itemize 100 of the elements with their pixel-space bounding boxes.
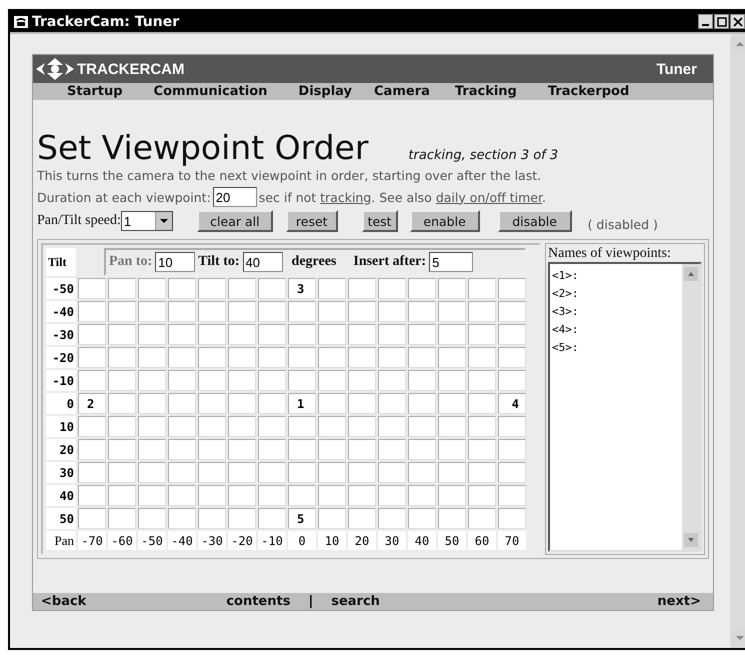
nav-link[interactable]: Tracking bbox=[454, 84, 517, 99]
grid-cell[interactable] bbox=[468, 347, 496, 368]
grid-cell[interactable] bbox=[198, 416, 226, 437]
grid-cell[interactable] bbox=[228, 439, 256, 460]
grid-cell[interactable] bbox=[348, 508, 376, 529]
grid-cell[interactable] bbox=[408, 324, 436, 345]
grid-cell[interactable] bbox=[288, 416, 316, 437]
grid-cell[interactable] bbox=[318, 416, 346, 437]
grid-cell[interactable] bbox=[138, 439, 166, 460]
grid-cell[interactable] bbox=[228, 485, 256, 506]
pan-field[interactable]: 10 bbox=[155, 252, 196, 272]
grid-cell[interactable] bbox=[138, 485, 166, 506]
grid-cell[interactable] bbox=[78, 370, 106, 391]
grid-cell[interactable] bbox=[318, 347, 346, 368]
grid-cell[interactable] bbox=[438, 347, 466, 368]
grid-cell[interactable] bbox=[258, 347, 286, 368]
grid-cell[interactable] bbox=[168, 278, 196, 299]
grid-cell[interactable] bbox=[168, 508, 196, 529]
back-link[interactable]: <back bbox=[41, 594, 86, 609]
nav-link[interactable]: Display bbox=[298, 84, 352, 99]
grid-cell[interactable] bbox=[198, 439, 226, 460]
scrollbar[interactable] bbox=[730, 34, 745, 648]
grid-cell[interactable] bbox=[348, 301, 376, 322]
grid-cell[interactable] bbox=[108, 370, 136, 391]
duration-field[interactable]: 20 bbox=[212, 187, 257, 207]
grid-cell[interactable] bbox=[438, 393, 466, 414]
grid-cell[interactable] bbox=[168, 324, 196, 345]
grid-cell[interactable] bbox=[408, 416, 436, 437]
grid-cell[interactable] bbox=[78, 439, 106, 460]
grid-cell[interactable] bbox=[438, 370, 466, 391]
action-button[interactable]: test bbox=[362, 210, 398, 232]
grid-cell[interactable] bbox=[408, 278, 436, 299]
grid-cell[interactable] bbox=[318, 439, 346, 460]
grid-cell[interactable] bbox=[348, 485, 376, 506]
minimize-button[interactable] bbox=[698, 14, 713, 29]
grid-cell[interactable] bbox=[138, 324, 166, 345]
grid-cell[interactable] bbox=[228, 416, 256, 437]
grid-cell[interactable] bbox=[468, 439, 496, 460]
grid-cell[interactable] bbox=[378, 370, 406, 391]
grid-cell[interactable] bbox=[138, 416, 166, 437]
grid-cell[interactable] bbox=[408, 370, 436, 391]
grid-cell[interactable] bbox=[288, 324, 316, 345]
grid-cell[interactable] bbox=[468, 393, 496, 414]
grid-cell[interactable] bbox=[468, 278, 496, 299]
grid-cell[interactable] bbox=[108, 347, 136, 368]
nav-link[interactable]: Trackerpod bbox=[548, 84, 630, 99]
grid-cell[interactable] bbox=[318, 393, 346, 414]
grid-cell[interactable] bbox=[378, 462, 406, 483]
grid-cell[interactable] bbox=[348, 462, 376, 483]
grid-cell[interactable] bbox=[468, 485, 496, 506]
names-textarea[interactable]: <1>: <2>: <3>: <4>: <5>: bbox=[548, 262, 702, 552]
grid-cell[interactable] bbox=[258, 462, 286, 483]
grid-cell[interactable]: 1 bbox=[288, 393, 316, 414]
grid-cell[interactable] bbox=[498, 347, 526, 368]
grid-cell[interactable] bbox=[138, 301, 166, 322]
scroll-down-icon[interactable] bbox=[684, 533, 698, 547]
grid-cell[interactable] bbox=[198, 278, 226, 299]
grid-cell[interactable] bbox=[408, 301, 436, 322]
grid-cell[interactable] bbox=[498, 370, 526, 391]
action-button[interactable]: disable bbox=[498, 210, 572, 232]
grid-cell[interactable] bbox=[348, 370, 376, 391]
grid-cell[interactable] bbox=[258, 439, 286, 460]
grid-cell[interactable] bbox=[108, 278, 136, 299]
grid-cell[interactable] bbox=[288, 485, 316, 506]
grid-cell[interactable] bbox=[258, 324, 286, 345]
grid-cell[interactable] bbox=[198, 301, 226, 322]
grid-cell[interactable] bbox=[258, 278, 286, 299]
grid-cell[interactable] bbox=[228, 278, 256, 299]
grid-cell[interactable] bbox=[258, 370, 286, 391]
grid-cell[interactable] bbox=[138, 278, 166, 299]
scrollbar[interactable] bbox=[682, 264, 700, 550]
grid-cell[interactable] bbox=[408, 439, 436, 460]
tracking-link[interactable]: tracking bbox=[320, 190, 372, 204]
grid-cell[interactable] bbox=[138, 370, 166, 391]
grid-cell[interactable] bbox=[108, 462, 136, 483]
grid-cell[interactable] bbox=[348, 324, 376, 345]
grid-cell[interactable] bbox=[438, 278, 466, 299]
nav-link[interactable]: Communication bbox=[154, 84, 268, 99]
grid-cell[interactable] bbox=[108, 508, 136, 529]
grid-cell[interactable] bbox=[468, 324, 496, 345]
grid-cell[interactable] bbox=[288, 301, 316, 322]
grid-cell[interactable] bbox=[168, 416, 196, 437]
grid-cell[interactable] bbox=[288, 439, 316, 460]
grid-cell[interactable] bbox=[198, 485, 226, 506]
grid-cell[interactable] bbox=[498, 485, 526, 506]
grid-cell[interactable] bbox=[168, 439, 196, 460]
grid-cell[interactable] bbox=[498, 278, 526, 299]
grid-cell[interactable] bbox=[228, 508, 256, 529]
grid-cell[interactable]: 5 bbox=[288, 508, 316, 529]
grid-cell[interactable] bbox=[258, 508, 286, 529]
next-link[interactable]: next> bbox=[657, 594, 701, 609]
grid-cell[interactable]: 4 bbox=[498, 393, 526, 414]
grid-cell[interactable] bbox=[228, 347, 256, 368]
grid-cell[interactable] bbox=[168, 485, 196, 506]
grid-cell[interactable] bbox=[408, 347, 436, 368]
grid-cell[interactable] bbox=[318, 370, 346, 391]
grid-cell[interactable] bbox=[438, 439, 466, 460]
grid-cell[interactable] bbox=[228, 462, 256, 483]
grid-cell[interactable] bbox=[168, 370, 196, 391]
grid-cell[interactable] bbox=[168, 462, 196, 483]
